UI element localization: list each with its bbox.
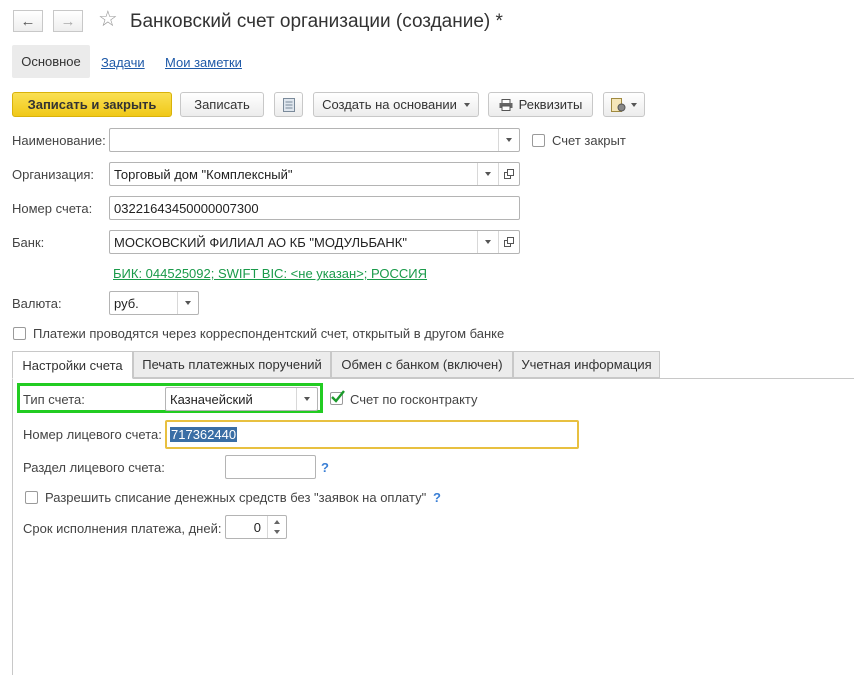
stepper-down-icon[interactable] <box>274 530 280 534</box>
create-based-on-button[interactable]: Создать на основании <box>313 92 479 117</box>
more-actions-button[interactable] <box>603 92 645 117</box>
bank-dropdown[interactable] <box>477 231 498 253</box>
arrow-right-icon: → <box>60 12 76 30</box>
payment-term-value: 0 <box>253 520 261 535</box>
save-button[interactable]: Записать <box>180 92 264 117</box>
tab-tasks[interactable]: Задачи <box>101 55 145 70</box>
allow-debit-help-icon[interactable]: ? <box>433 490 441 505</box>
gov-contract-checkbox[interactable] <box>330 390 345 405</box>
personal-account-label: Номер лицевого счета: <box>23 427 162 442</box>
requisites-label: Реквизиты <box>518 97 583 112</box>
payment-term-label: Срок исполнения платежа, дней: <box>23 521 222 536</box>
account-number-value: 03221643450000007300 <box>114 201 259 216</box>
account-type-dropdown[interactable] <box>296 388 317 410</box>
account-closed-label: Счет закрыт <box>552 133 626 148</box>
bank-label: Банк: <box>12 235 45 250</box>
name-label: Наименование: <box>12 133 106 148</box>
chevron-down-icon <box>485 240 491 244</box>
open-window-icon <box>504 237 514 247</box>
save-label: Записать <box>194 97 250 112</box>
currency-field[interactable]: руб. <box>109 291 199 315</box>
currency-dropdown[interactable] <box>177 292 198 314</box>
personal-section-help-icon[interactable]: ? <box>321 460 329 475</box>
tab-accounting-info[interactable]: Учетная информация <box>513 351 660 378</box>
bank-open-button[interactable] <box>498 231 519 253</box>
requisites-button[interactable]: Реквизиты <box>488 92 593 117</box>
document-gear-icon <box>611 97 626 112</box>
org-value: Торговый дом "Комплексный" <box>114 167 293 182</box>
checkmark-icon <box>331 390 345 403</box>
chevron-down-icon <box>506 138 512 142</box>
printer-icon <box>499 98 513 111</box>
document-list-icon <box>282 97 295 112</box>
gov-contract-label: Счет по госконтракту <box>350 392 478 407</box>
chevron-down-icon <box>185 301 191 305</box>
list-button[interactable] <box>274 92 303 117</box>
tab-main-label: Основное <box>21 54 81 69</box>
account-number-field[interactable]: 03221643450000007300 <box>109 196 520 220</box>
personal-section-label: Раздел лицевого счета: <box>23 460 165 475</box>
tab-bank-exchange[interactable]: Обмен с банком (включен) <box>331 351 513 378</box>
tab-accounting-info-label: Учетная информация <box>521 357 652 372</box>
bank-value: МОСКОВСКИЙ ФИЛИАЛ АО КБ "МОДУЛЬБАНК" <box>114 235 407 250</box>
currency-value: руб. <box>114 296 139 311</box>
payment-term-stepper[interactable] <box>267 516 286 538</box>
allow-debit-label: Разрешить списание денежных средств без … <box>45 490 427 505</box>
bank-field[interactable]: МОСКОВСКИЙ ФИЛИАЛ АО КБ "МОДУЛЬБАНК" <box>109 230 520 254</box>
payment-term-field[interactable]: 0 <box>225 515 287 539</box>
account-type-field[interactable]: Казначейский <box>165 387 318 411</box>
name-dropdown[interactable] <box>498 129 519 151</box>
bank-info-link[interactable]: БИК: 044525092; SWIFT BIC: <не указан>; … <box>113 266 427 281</box>
account-number-label: Номер счета: <box>12 201 93 216</box>
chevron-down-icon <box>631 102 637 107</box>
allow-debit-checkbox[interactable] <box>25 491 38 504</box>
chevron-down-icon <box>485 172 491 176</box>
org-field[interactable]: Торговый дом "Комплексный" <box>109 162 520 186</box>
open-window-icon <box>504 169 514 179</box>
tab-payment-print-label: Печать платежных поручений <box>142 357 322 372</box>
personal-account-field[interactable]: 717362440 <box>165 420 579 449</box>
tab-account-settings[interactable]: Настройки счета <box>12 351 133 379</box>
name-field[interactable] <box>109 128 520 152</box>
chevron-down-icon <box>463 102 470 107</box>
tab-bank-exchange-label: Обмен с банком (включен) <box>341 357 503 372</box>
page-title: Банковский счет организации (создание) * <box>130 11 503 32</box>
org-dropdown[interactable] <box>477 163 498 185</box>
tab-account-settings-label: Настройки счета <box>22 357 123 373</box>
tab-payment-print[interactable]: Печать платежных поручений <box>133 351 331 378</box>
org-open-button[interactable] <box>498 163 519 185</box>
account-type-label: Тип счета: <box>23 392 85 407</box>
corr-account-checkbox[interactable] <box>13 327 26 340</box>
save-and-close-label: Записать и закрыть <box>27 97 157 112</box>
arrow-left-icon: ← <box>20 12 36 30</box>
create-based-on-label: Создать на основании <box>322 97 457 112</box>
back-button[interactable]: ← <box>13 10 43 32</box>
personal-section-field[interactable] <box>225 455 316 479</box>
save-and-close-button[interactable]: Записать и закрыть <box>12 92 172 117</box>
account-closed-checkbox[interactable] <box>532 134 545 147</box>
corr-account-label: Платежи проводятся через корреспондентск… <box>33 326 505 341</box>
tab-main[interactable]: Основное <box>12 45 90 78</box>
favorite-star-icon[interactable]: ☆ <box>98 8 118 30</box>
tab-notes[interactable]: Мои заметки <box>165 55 242 70</box>
account-type-value: Казначейский <box>170 392 253 407</box>
currency-label: Валюта: <box>12 296 62 311</box>
stepper-up-icon[interactable] <box>274 520 280 524</box>
personal-account-value: 717362440 <box>170 427 238 442</box>
chevron-down-icon <box>304 397 310 401</box>
org-label: Организация: <box>12 167 95 182</box>
forward-button[interactable]: → <box>53 10 83 32</box>
